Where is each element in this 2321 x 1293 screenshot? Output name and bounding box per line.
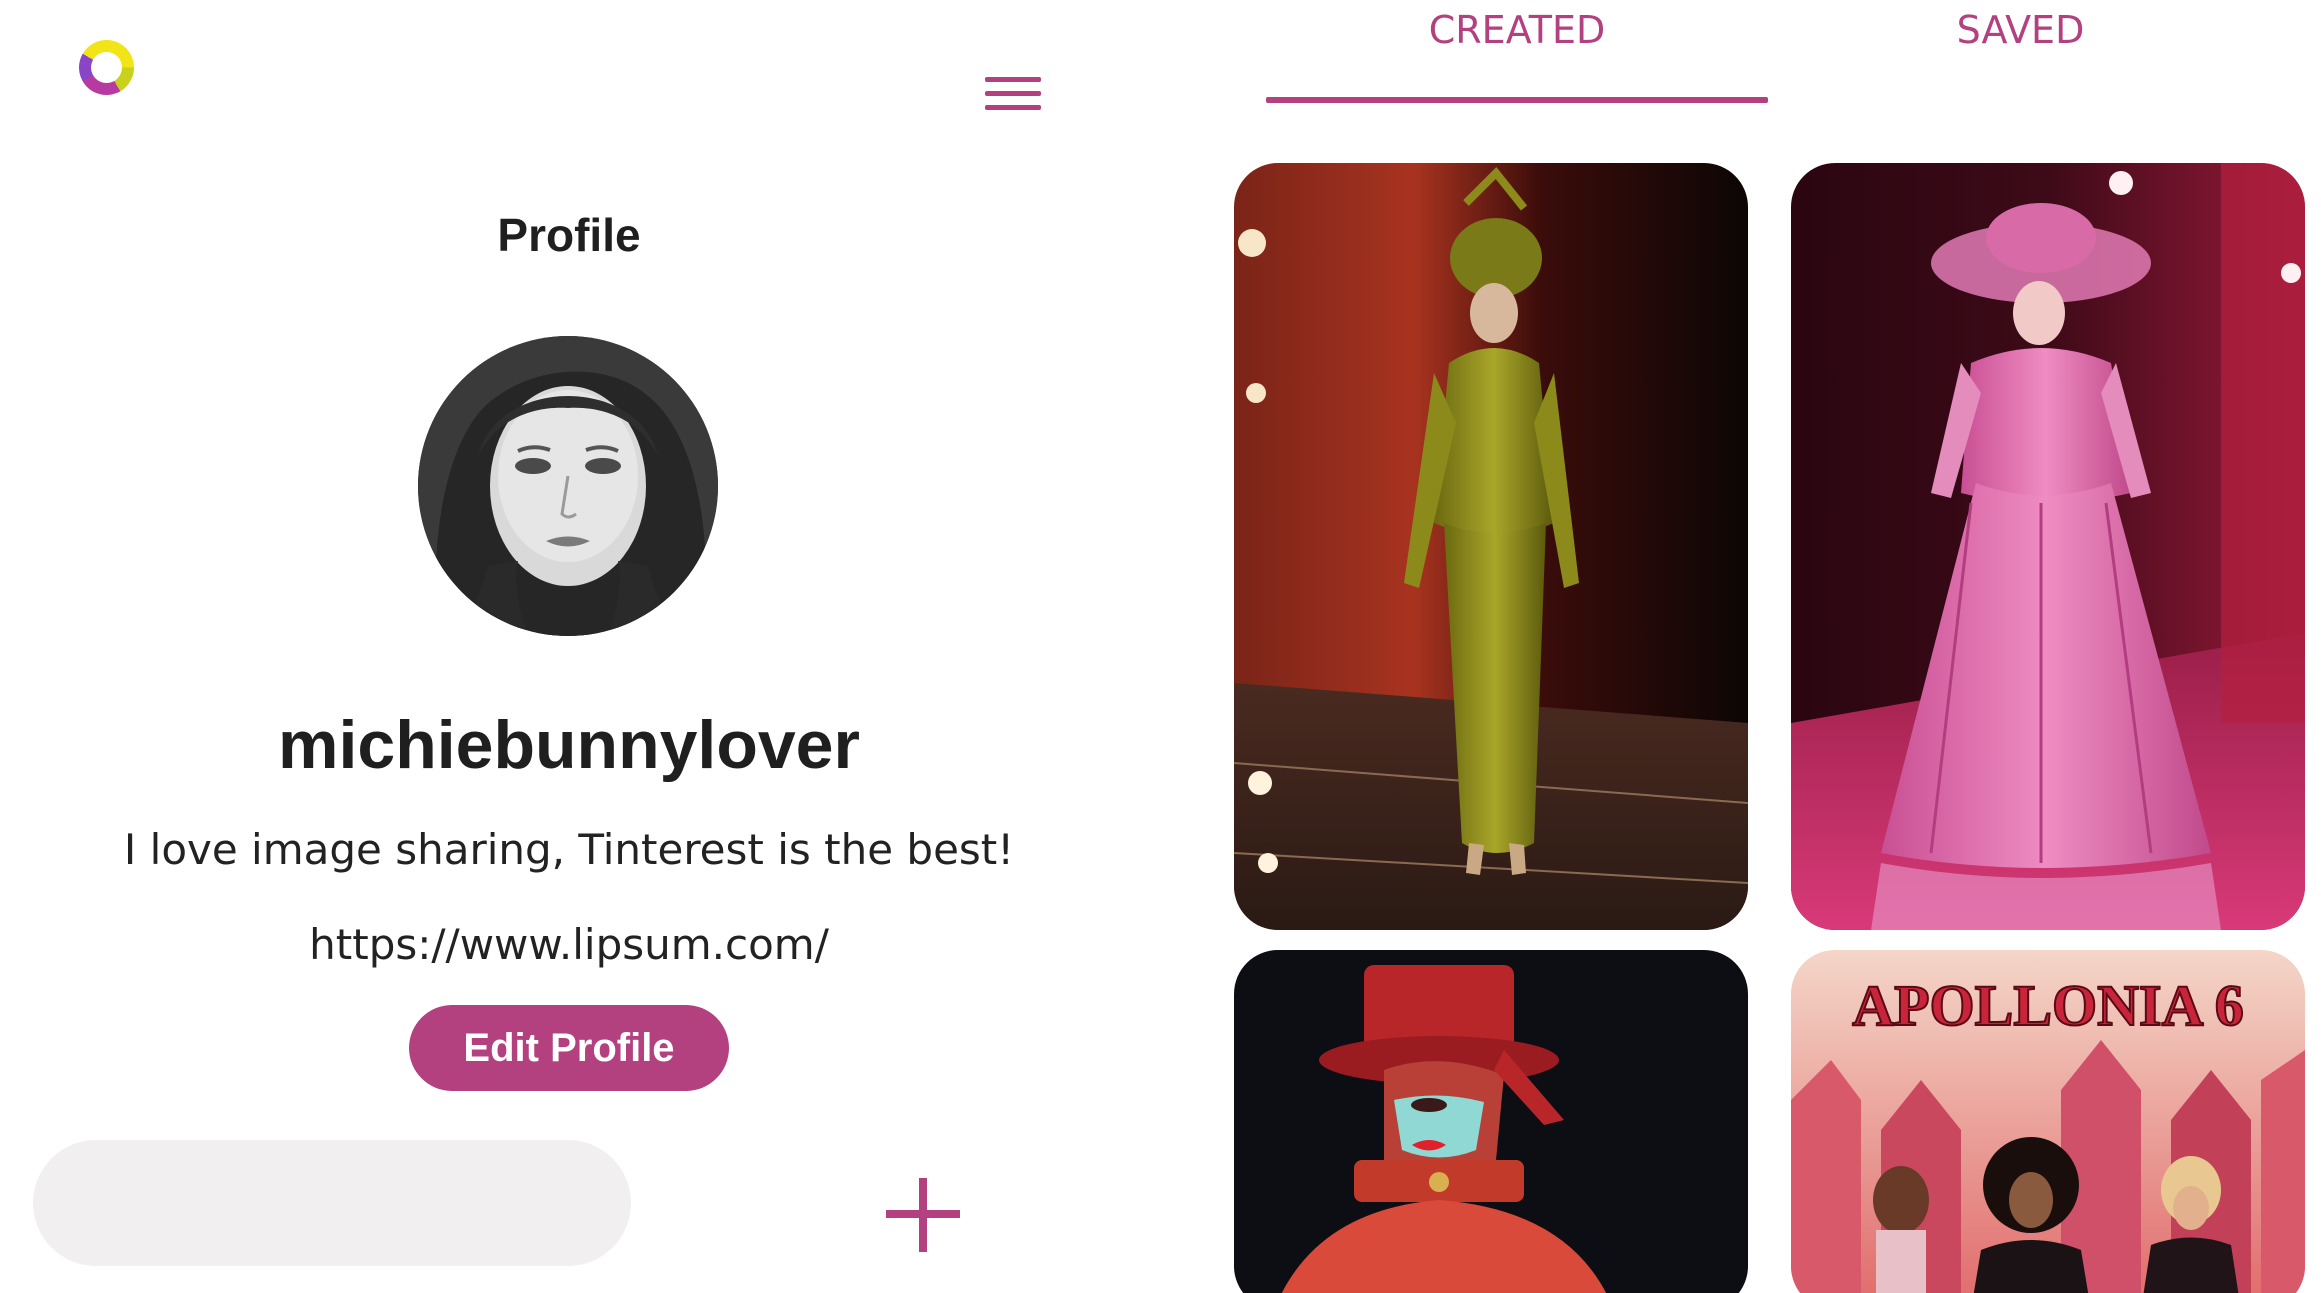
search-input[interactable] — [33, 1140, 631, 1266]
pin-card[interactable] — [1234, 163, 1748, 930]
profile-bio: I love image sharing, Tinterest is the b… — [123, 825, 1015, 874]
pin-card[interactable] — [1234, 950, 1748, 1293]
menu-bar — [985, 105, 1041, 110]
profile-page: Profile michiebunnylover I love image sh… — [0, 0, 2321, 1293]
edit-profile-button[interactable]: Edit Profile — [409, 1005, 729, 1091]
username: michiebunnylover — [278, 707, 860, 783]
menu-bar — [985, 91, 1041, 96]
album-title-text: APOLLONIA 6 — [1852, 973, 2244, 1038]
plus-icon[interactable] — [886, 1178, 960, 1252]
avatar — [418, 336, 718, 636]
hamburger-menu-icon[interactable] — [985, 74, 1041, 114]
pin-card[interactable]: APOLLONIA 6 — [1791, 950, 2305, 1293]
pin-card[interactable] — [1791, 163, 2305, 930]
menu-bar — [985, 77, 1041, 82]
tab-created[interactable]: CREATED — [1266, 8, 1768, 64]
tab-saved[interactable]: SAVED — [1768, 8, 2273, 64]
page-title: Profile — [497, 209, 641, 261]
ring-logo-icon[interactable] — [79, 40, 134, 95]
plus-bar — [919, 1178, 927, 1252]
profile-website-link[interactable]: https://www.lipsum.com/ — [0, 920, 1138, 969]
active-tab-indicator — [1266, 97, 1768, 103]
